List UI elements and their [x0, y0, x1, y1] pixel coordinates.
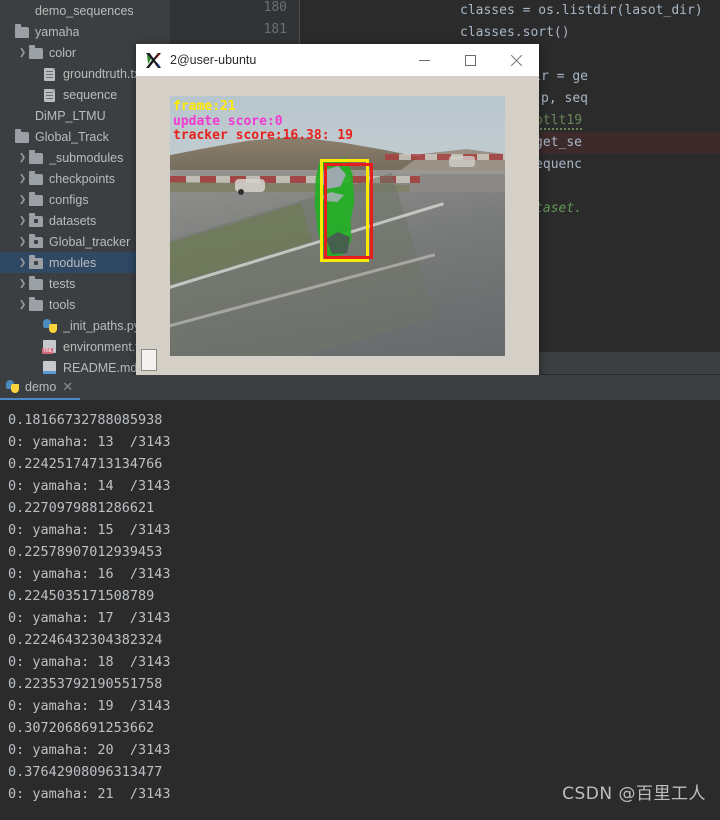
- video-canvas: frame:21 update score:0 tracker score:16…: [170, 96, 505, 356]
- overlay-update-score-text: update score:0: [173, 114, 283, 129]
- console-line: 0.22578907012939453: [8, 544, 163, 560]
- chevron-right-icon[interactable]: ❯: [16, 279, 29, 288]
- x11-title-bar[interactable]: 2@user-ubuntu: [136, 44, 539, 76]
- tree-item-label: checkpoints: [49, 171, 116, 186]
- minimize-icon[interactable]: [401, 44, 447, 76]
- x11-video-window[interactable]: 2@user-ubuntu frame:21 update score:0 tr…: [136, 44, 539, 375]
- folder-icon: [15, 129, 31, 144]
- tree-item-label: _submodules: [49, 150, 124, 165]
- overlay-tracker-score-text: tracker score:16.38: 19: [173, 128, 354, 143]
- code-line: classes.sort(): [170, 22, 570, 44]
- tree-item-label: tests: [49, 276, 76, 291]
- no-icon: [15, 4, 31, 18]
- console-line: 0.2245035171508789: [8, 588, 155, 604]
- run-tab-demo[interactable]: demo ✕: [0, 375, 81, 400]
- console-line: 0: yamaha: 16 /3143: [8, 566, 171, 582]
- console-line: 0.18166732788085938: [8, 412, 163, 428]
- folder-icon: [29, 276, 45, 291]
- chevron-right-icon[interactable]: ❯: [16, 237, 29, 246]
- chevron-right-icon[interactable]: ❯: [16, 300, 29, 309]
- chevron-right-icon[interactable]: ❯: [16, 216, 29, 225]
- code-token: (lasot_dir): [616, 3, 703, 18]
- run-tool-window: demo ✕ 0.18166732788085938 0: yamaha: 13 …: [0, 375, 720, 820]
- folder-icon: [29, 150, 45, 165]
- close-icon[interactable]: ✕: [62, 379, 73, 395]
- console-line: 0: yamaha: 20 /3143: [8, 742, 171, 758]
- package-folder-icon: [29, 213, 45, 228]
- tree-item-label: Global_tracker: [49, 234, 131, 249]
- package-folder-icon: [29, 255, 45, 270]
- tree-item-label: _init_paths.py: [63, 318, 141, 333]
- tree-item-label: DiMP_LTMU: [35, 108, 106, 123]
- csdn-watermark: CSDN @百里工人: [562, 784, 706, 804]
- chevron-right-icon[interactable]: ❯: [16, 48, 29, 57]
- tracker-bounding-box: [324, 163, 373, 259]
- tree-item-yamaha[interactable]: ❯yamaha: [0, 21, 170, 42]
- run-tab-bar: demo ✕: [0, 375, 720, 400]
- tree-item-label: color: [49, 45, 77, 60]
- screenshot-root: 180 181 classes = os.listdir(lasot_dir) c…: [0, 0, 720, 820]
- yml-file-icon: [42, 339, 59, 354]
- run-tab-label: demo: [25, 379, 57, 394]
- code-token: classes.sort(): [460, 25, 570, 40]
- x11-window-controls: [401, 44, 539, 76]
- console-line: 0.22246432304382324: [8, 632, 163, 648]
- folder-icon: [15, 24, 31, 39]
- no-icon: [15, 109, 31, 123]
- overlay-frame-text: frame:21: [173, 99, 236, 114]
- markdown-file-icon: [43, 360, 59, 375]
- x11-toolbar-strip: [136, 76, 539, 96]
- x11-logo-icon: [145, 52, 162, 69]
- code-token: classes = os.: [460, 3, 562, 18]
- tree-item-label: sequence: [63, 87, 118, 102]
- console-line: 0: yamaha: 15 /3143: [8, 522, 171, 538]
- chevron-right-icon[interactable]: ❯: [16, 258, 29, 267]
- console-line: 0.2270979881286621: [8, 500, 155, 516]
- code-line: classes = os.listdir(lasot_dir): [170, 0, 703, 22]
- tree-item-label: demo_sequences: [35, 3, 134, 18]
- console-line: 0: yamaha: 18 /3143: [8, 654, 171, 670]
- x11-window-title: 2@user-ubuntu: [170, 53, 257, 67]
- tree-item-demo-sequences[interactable]: ❯demo_sequences: [0, 0, 170, 21]
- close-icon[interactable]: [493, 44, 539, 76]
- maximize-icon[interactable]: [447, 44, 493, 76]
- package-folder-icon: [29, 234, 45, 249]
- text-file-icon: [43, 88, 59, 102]
- chevron-right-icon[interactable]: ❯: [16, 153, 29, 162]
- python-file-icon: [43, 318, 59, 333]
- console-line: 0: yamaha: 13 /3143: [8, 434, 171, 450]
- console-line: 0: yamaha: 17 /3143: [8, 610, 171, 626]
- tree-item-label: tools: [49, 297, 76, 312]
- folder-icon: [29, 171, 45, 186]
- console-line: 0.22353792190551758: [8, 676, 163, 692]
- code-token: listdir: [561, 3, 617, 18]
- chevron-right-icon[interactable]: ❯: [16, 174, 29, 183]
- console-line: 0.22425174713134766: [8, 456, 163, 472]
- folder-icon: [29, 45, 45, 60]
- tree-item-label: modules: [49, 255, 97, 270]
- tree-item-label: groundtruth.txt: [63, 66, 144, 81]
- folder-icon: [29, 297, 45, 312]
- x11-scrollbar-thumb[interactable]: [141, 349, 157, 371]
- tree-item-label: yamaha: [35, 24, 80, 39]
- tree-item-label: Global_Track: [35, 129, 109, 144]
- folder-icon: [29, 192, 45, 207]
- console-line: 0.3072068691253662: [8, 720, 155, 736]
- python-icon: [6, 380, 19, 393]
- console-line: 0: yamaha: 14 /3143: [8, 478, 171, 494]
- tree-item-label: datasets: [49, 213, 97, 228]
- console-line: 0: yamaha: 19 /3143: [8, 698, 171, 714]
- tree-item-label: configs: [49, 192, 89, 207]
- chevron-right-icon[interactable]: ❯: [16, 195, 29, 204]
- tree-item-label: README.md: [63, 360, 138, 375]
- console-output[interactable]: 0.18166732788085938 0: yamaha: 13 /3143 0.…: [0, 400, 720, 820]
- text-file-icon: [43, 67, 59, 81]
